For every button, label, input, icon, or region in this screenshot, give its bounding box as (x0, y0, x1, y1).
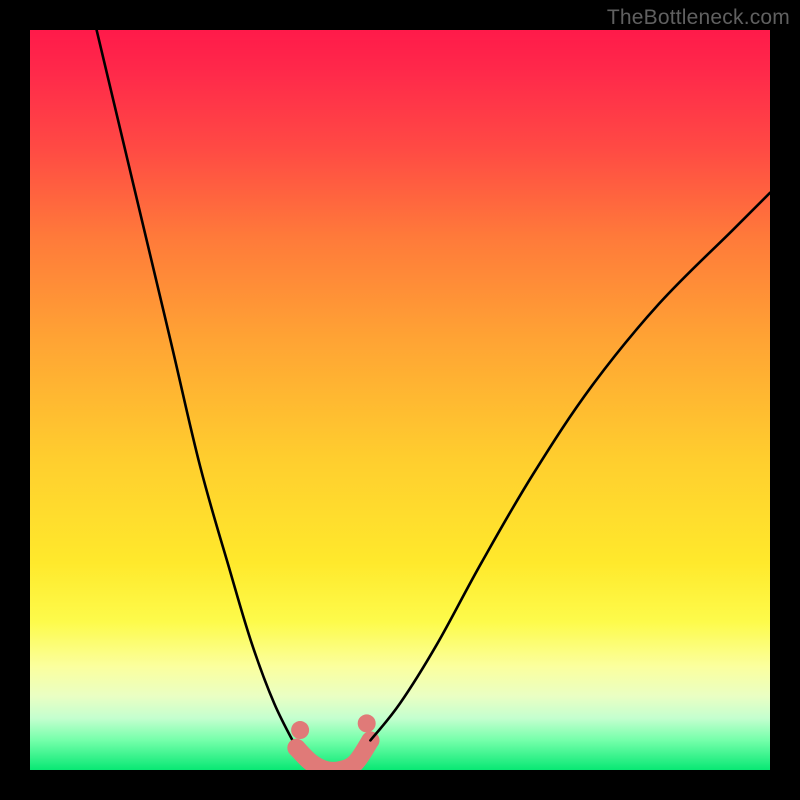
curve-group (97, 30, 770, 770)
chart-frame: TheBottleneck.com (0, 0, 800, 800)
highlight-dot (287, 739, 305, 757)
highlight-band (296, 740, 370, 770)
curve-layer (30, 30, 770, 770)
plot-area (30, 30, 770, 770)
bottleneck-curve-left (97, 30, 297, 748)
bottleneck-curve-right (370, 193, 770, 741)
highlight-dot (291, 721, 309, 739)
highlight-dot (358, 714, 376, 732)
watermark-text: TheBottleneck.com (607, 6, 790, 30)
